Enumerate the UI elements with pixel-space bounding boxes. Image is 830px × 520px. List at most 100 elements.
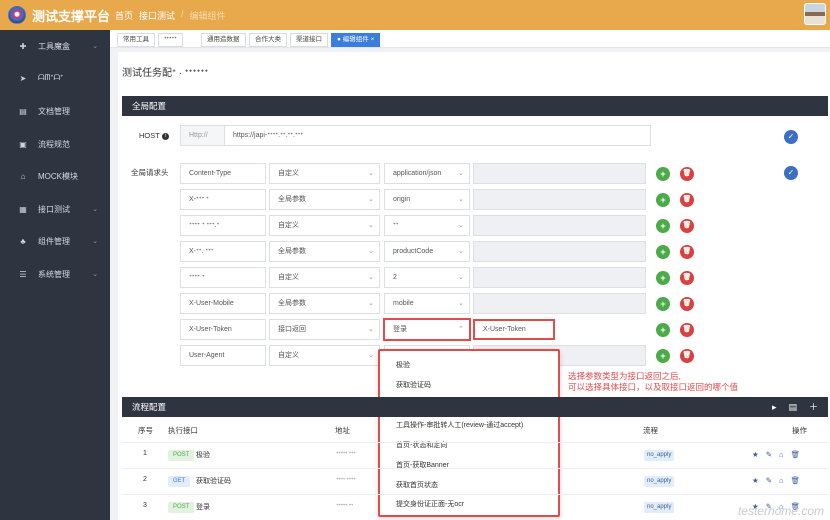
add-header-button[interactable]: + xyxy=(656,297,670,311)
add-header-button[interactable]: + xyxy=(656,349,670,363)
global-config-header: 全局配置 xyxy=(122,96,828,116)
header-name-input[interactable]: User-Agent xyxy=(180,345,266,366)
dropdown-option[interactable]: 极验 xyxy=(396,360,410,370)
header-type-select[interactable]: 接口返回 xyxy=(269,319,380,340)
star-icon[interactable]: ★ xyxy=(752,476,759,485)
breadcrumb-home[interactable]: 首页 xyxy=(115,9,133,22)
header-type-select[interactable]: 全局参数 xyxy=(269,189,380,210)
add-header-button[interactable]: + xyxy=(656,167,670,181)
sidebar-item-process[interactable]: ▣ 流程规范 xyxy=(0,134,110,154)
add-header-button[interactable]: + xyxy=(656,219,670,233)
tab-partner[interactable]: 合作大类 xyxy=(249,33,287,47)
delete-header-button[interactable]: 🗑 xyxy=(680,271,694,285)
add-header-button[interactable]: + xyxy=(656,245,670,259)
sidebar-item-tools[interactable]: ✚ 工具魔盒 ⌄ xyxy=(0,36,110,56)
sidebar-item-system[interactable]: ☰ 系统管理 ⌄ xyxy=(0,264,110,284)
sidebar-item-docs[interactable]: ▤ 文档管理 xyxy=(0,101,110,121)
method-badge: GET xyxy=(168,476,191,487)
add-header-button[interactable]: + xyxy=(656,193,670,207)
sidebar-item-2[interactable]: ➤ ᗩᗰᐩᗩᐩ xyxy=(0,68,110,88)
dropdown-option[interactable]: 提交身份证正面-无ocr xyxy=(396,499,464,509)
sidebar-item-components[interactable]: ♣ 组件管理 ⌄ xyxy=(0,231,110,251)
breadcrumb-current: 编辑组件 xyxy=(189,11,226,21)
column-header: 地址 xyxy=(335,426,350,435)
document-icon[interactable]: ▤ xyxy=(788,397,797,417)
header-name-input[interactable]: X-ᐩᐩ. ᐩᐩᐩ xyxy=(180,241,266,262)
lock-icon[interactable]: ⌂ xyxy=(779,476,784,485)
edit-icon[interactable]: ✎ xyxy=(766,450,772,459)
flow-badge: no_apply xyxy=(644,502,675,513)
edit-icon[interactable]: ✎ xyxy=(766,476,772,485)
sidebar-item-label: ᗩᗰᐩᗩᐩ xyxy=(38,73,64,82)
tab-channel-api[interactable]: 渠道接口 xyxy=(290,33,328,47)
play-icon[interactable]: ▸ xyxy=(772,397,777,417)
add-header-button[interactable]: + xyxy=(656,271,670,285)
header-extra-input[interactable] xyxy=(473,241,646,262)
dropdown-option[interactable]: 获取首页状态 xyxy=(396,480,438,490)
delete-header-button[interactable]: 🗑 xyxy=(680,219,694,233)
star-icon[interactable]: ★ xyxy=(752,450,759,459)
delete-icon[interactable]: 🗑 xyxy=(791,450,801,459)
header-extra-input[interactable]: X-User-Token xyxy=(473,319,555,340)
interface-name[interactable]: 获取验证码 xyxy=(196,476,231,486)
header-name-input[interactable]: X-User-Token xyxy=(180,319,266,340)
interface-name[interactable]: 极验 xyxy=(196,450,210,460)
sidebar-item-label: 工具魔盒 xyxy=(38,41,70,51)
header-name-input[interactable]: X-ᐩᐩᐩ ᐩ xyxy=(180,189,266,210)
sidebar-item-api-test[interactable]: ▦ 接口测试 ⌄ xyxy=(0,199,110,219)
header-type-select[interactable]: 全局参数 xyxy=(269,241,380,262)
header-extra-input[interactable] xyxy=(473,215,646,236)
delete-header-button[interactable]: 🗑 xyxy=(680,323,694,337)
header-name-input[interactable]: Content-Type xyxy=(180,163,266,184)
chevron-down-icon: ⌄ xyxy=(92,271,98,278)
delete-icon[interactable]: 🗑 xyxy=(791,476,801,485)
tab-common-tools[interactable]: 常用工具 xyxy=(117,33,155,47)
avatar[interactable] xyxy=(804,3,826,25)
sidebar-item-label: 接口测试 xyxy=(38,204,70,214)
delete-header-button[interactable]: 🗑 xyxy=(680,167,694,181)
header-type-select[interactable]: 自定义 xyxy=(269,267,380,288)
sidebar-item-mock[interactable]: ⌂ MOCK模块 xyxy=(0,166,110,186)
add-header-button[interactable]: + xyxy=(656,323,670,337)
header-type-select[interactable]: 全局参数 xyxy=(269,293,380,314)
sidebar: ✚ 工具魔盒 ⌄ ➤ ᗩᗰᐩᗩᐩ ▤ 文档管理 ▣ 流程规范 ⌂ MOCK模块 … xyxy=(0,30,110,520)
header-extra-input[interactable] xyxy=(473,293,646,314)
logo-icon xyxy=(8,6,26,24)
interface-address: ᐩᐩᐩᐩᐩ ᐩᐩ xyxy=(336,503,354,510)
interface-name[interactable]: 登录 xyxy=(196,502,210,512)
header-type-select[interactable]: 自定义 xyxy=(269,345,380,366)
delete-header-button[interactable]: 🗑 xyxy=(680,245,694,259)
host-input[interactable]: https://japi-ᐩᐩᐩᐩ.ᐩᐩ.ᐩᐩ.ᐩᐩᐩ xyxy=(224,125,651,146)
breadcrumb-api-test[interactable]: 接口测试 xyxy=(139,9,175,22)
tab-edit-component[interactable]: ● 编辑组件 × xyxy=(331,33,381,47)
delete-header-button[interactable]: 🗑 xyxy=(680,349,694,363)
header-extra-input[interactable] xyxy=(473,267,646,288)
book-icon: ▣ xyxy=(19,139,27,149)
flow-toolbar: ▸ ▤ ＋ xyxy=(772,397,818,417)
delete-header-button[interactable]: 🗑 xyxy=(680,297,694,311)
delete-header-button[interactable]: 🗑 xyxy=(680,193,694,207)
header-extra-input[interactable] xyxy=(473,189,646,210)
sidebar-item-label: 流程规范 xyxy=(38,139,70,149)
header-name-input[interactable]: ᐩᐩᐩᐩ ᐩ ᐩᐩᐩ.ᐩ xyxy=(180,215,266,236)
confirm-host-button[interactable]: ✓ xyxy=(784,130,798,144)
header-type-select[interactable]: 自定义 xyxy=(269,215,380,236)
tab-2[interactable]: ᐩᐩᐩᐩᐩ xyxy=(158,33,183,47)
tab-data-gen[interactable]: 通用造数据 xyxy=(201,33,246,47)
logo[interactable]: 测试支撑平台 xyxy=(0,0,110,30)
annotation-note: 选择参数类型为接口返回之后, 可以选择具体接口，以及取接口返回的哪个值 xyxy=(568,371,738,393)
add-icon[interactable]: ＋ xyxy=(809,397,818,417)
method-badge: POST xyxy=(168,502,195,513)
lock-icon[interactable]: ⌂ xyxy=(779,450,784,459)
header-extra-input[interactable] xyxy=(473,163,646,184)
dropdown-option[interactable]: 工具操作-审批转人工(review-通过accept) xyxy=(396,420,523,430)
flow-badge: no_apply xyxy=(644,450,675,461)
header-type-select[interactable]: 自定义 xyxy=(269,163,380,184)
header-name-input[interactable]: X-User-Mobile xyxy=(180,293,266,314)
header-name-input[interactable]: ᐩᐩᐩᐩ ᐩ xyxy=(180,267,266,288)
flow-badge: no_apply xyxy=(644,476,675,487)
dropdown-option[interactable]: 获取验证码 xyxy=(396,380,431,390)
grid-icon: ▦ xyxy=(19,204,27,214)
host-protocol-addon: Http:// xyxy=(180,125,225,146)
flow-config-header: 流程配置 ▸ ▤ ＋ xyxy=(122,397,828,417)
